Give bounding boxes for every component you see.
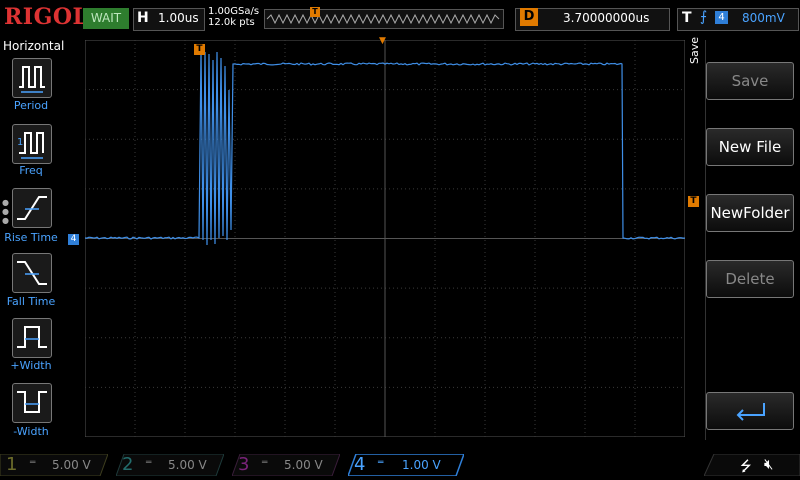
pos-width-button[interactable] [12, 318, 52, 358]
new-folder-button[interactable]: NewFolder [706, 194, 794, 232]
save-button[interactable]: Save [706, 62, 794, 100]
channel1-scale: 5.00 V [52, 458, 91, 472]
trigger-label: T [682, 10, 692, 26]
delay-value: 3.70000000us [563, 11, 650, 25]
channel1-number: 1 [6, 454, 18, 475]
memory-position-bar[interactable] [264, 9, 504, 29]
brand-logo: RIGOL [4, 4, 89, 30]
period-icon [19, 66, 45, 93]
channel2-scale: 5.00 V [168, 458, 207, 472]
channel2-number: 2 [122, 454, 134, 475]
fall-time-icon [17, 261, 47, 285]
run-status-badge[interactable]: WAIT [83, 8, 129, 29]
channel1-tab[interactable]: 1 ═ 5.00 V [0, 453, 109, 477]
channel4-offset-marker[interactable]: 4 [68, 234, 79, 245]
trigger-edge-icon: ⨍ [700, 9, 708, 25]
fall-time-label: Fall Time [6, 295, 56, 308]
channel3-scale: 5.00 V [284, 458, 323, 472]
trigger-level-value: 800mV [742, 11, 785, 25]
return-arrow-icon [736, 402, 765, 421]
delay-label: D [520, 8, 538, 26]
center-marker-icon: ▼ [379, 36, 386, 46]
sample-rate: 1.00GSa/s [208, 6, 260, 17]
neg-width-label: -Width [13, 425, 49, 438]
system-tray: ⭍ 🔇︎ [703, 453, 800, 477]
neg-width-button[interactable] [12, 383, 52, 423]
rise-time-icon [17, 196, 47, 220]
channel3-tab[interactable]: 3 ═ 5.00 V [231, 453, 341, 477]
channel4-number: 4 [354, 454, 366, 475]
channel3-number: 3 [238, 454, 250, 475]
dc-coupling-icon: ═ [378, 458, 384, 468]
freq-label: Freq [19, 164, 43, 177]
system-tray-shape [703, 453, 800, 477]
dc-coupling-icon: ═ [262, 458, 268, 468]
channel4-tab[interactable]: 4 ═ 1.00 V [346, 453, 466, 477]
svg-text:1: 1 [17, 137, 23, 148]
period-label: Period [13, 99, 49, 112]
freq-button[interactable]: 1 [12, 124, 52, 164]
channel2-tab[interactable]: 2 ═ 5.00 V [115, 453, 225, 477]
delete-button[interactable]: Delete [706, 260, 794, 298]
rise-time-button[interactable] [12, 188, 52, 228]
trigger-level-marker[interactable]: T [688, 196, 699, 207]
positive-width-icon [17, 326, 47, 348]
negative-width-icon [17, 391, 47, 413]
right-menu-title-text: Save [688, 36, 701, 64]
right-menu-title: Save [688, 37, 701, 64]
new-file-button[interactable]: New File [706, 128, 794, 166]
period-button[interactable] [12, 58, 52, 98]
waveform-display[interactable] [85, 40, 685, 437]
usb-icon: ⭍ [740, 459, 752, 475]
pos-width-label: +Width [10, 359, 52, 372]
memory-depth: 12.0k pts [208, 17, 255, 28]
page-indicator-icon: ● ● ● [2, 198, 9, 225]
right-menu-panel [705, 40, 800, 440]
timebase-value: 1.00us [158, 11, 199, 25]
left-menu-title: Horizontal [3, 39, 65, 53]
dc-coupling-icon: ═ [146, 458, 152, 468]
memory-trigger-marker: T [310, 7, 320, 17]
trigger-position-marker[interactable]: T [194, 44, 205, 55]
memory-waveform-icon [266, 13, 500, 25]
acquisition-info: 1.00GSa/s 12.0k pts [208, 6, 259, 28]
dc-coupling-icon: ═ [30, 458, 36, 468]
rise-time-label: Rise Time [4, 231, 58, 244]
channel4-scale: 1.00 V [402, 458, 441, 472]
fall-time-button[interactable] [12, 253, 52, 293]
return-button[interactable] [706, 392, 794, 430]
freq-icon: 1 [17, 132, 44, 159]
horizontal-label: H [137, 10, 149, 26]
speaker-muted-icon[interactable]: 🔇︎ [764, 455, 773, 473]
trigger-source-badge: 4 [715, 11, 728, 24]
